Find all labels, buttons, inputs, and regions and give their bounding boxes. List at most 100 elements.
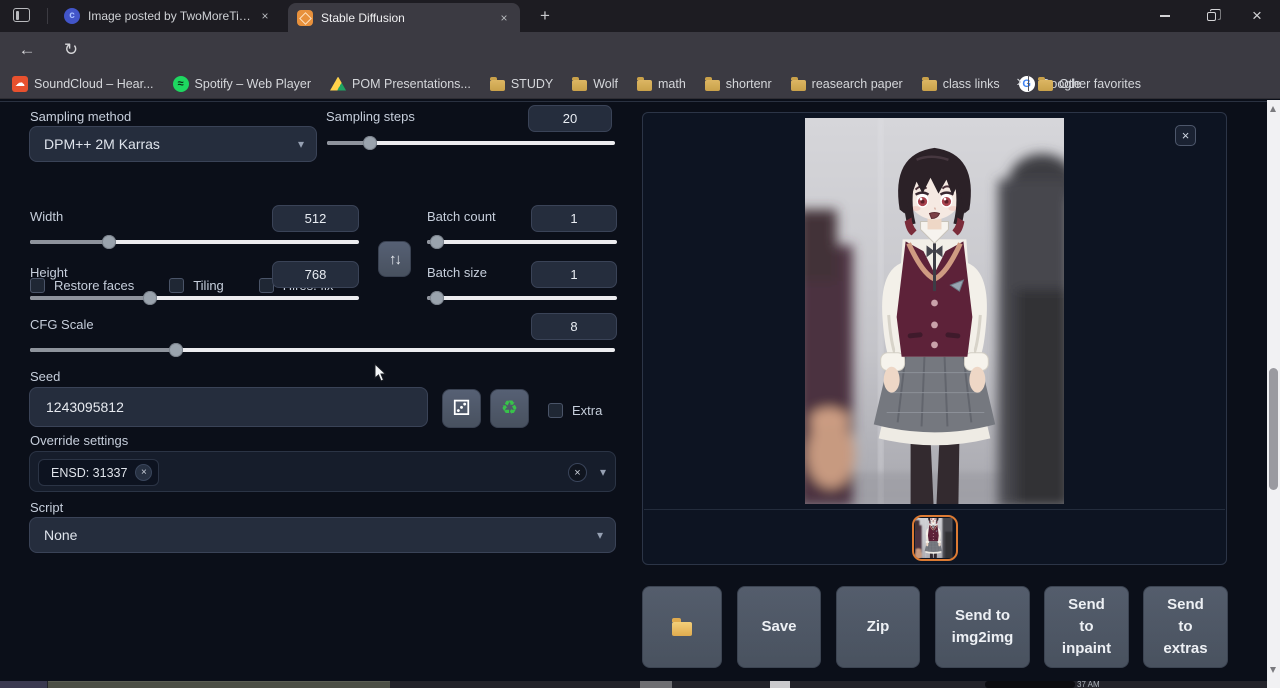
folder-icon	[490, 80, 505, 91]
bookmark-pom-presentations[interactable]: POM Presentations...	[330, 77, 471, 91]
extra-checkbox[interactable]	[548, 403, 563, 418]
seed-input[interactable]: 1243095812	[29, 387, 428, 427]
section-divider	[0, 101, 1267, 102]
sampling-steps-label: Sampling steps	[326, 109, 415, 124]
bookmark-spotify[interactable]: ≈Spotify – Web Player	[173, 76, 312, 92]
random-seed-button[interactable]: ⚂	[442, 389, 481, 428]
slider-fill	[30, 348, 176, 352]
extra-label: Extra	[572, 403, 602, 418]
batch-count-value[interactable]: 1	[531, 205, 617, 232]
tab-actions-button[interactable]	[13, 8, 32, 23]
slider-handle[interactable]	[430, 291, 444, 305]
slider-handle[interactable]	[363, 136, 377, 150]
batch-size-value[interactable]: 1	[531, 261, 617, 288]
script-dropdown[interactable]: None	[29, 517, 616, 553]
batch-count-label: Batch count	[427, 209, 496, 224]
remove-token-icon[interactable]	[135, 464, 152, 481]
clear-override-icon[interactable]	[568, 463, 587, 482]
horizontal-scrollbar-thumb[interactable]	[48, 681, 390, 688]
bookmark-label: math	[658, 77, 686, 91]
window-restore-button[interactable]	[1188, 0, 1234, 32]
tab-stable-diffusion[interactable]: Stable Diffusion ×	[288, 3, 520, 32]
override-token[interactable]: ENSD: 31337	[38, 459, 159, 486]
tab-title: Stable Diffusion	[321, 11, 496, 25]
titlebar-separator	[47, 8, 48, 24]
recycle-icon: ♻	[501, 397, 518, 420]
scrollbar-thumb[interactable]	[1269, 368, 1278, 490]
extra-seed-option[interactable]: Extra	[548, 403, 602, 418]
cfg-scale-label: CFG Scale	[30, 317, 94, 332]
height-slider[interactable]	[30, 291, 359, 305]
vertical-scrollbar[interactable]	[1267, 100, 1280, 688]
slider-handle[interactable]	[143, 291, 157, 305]
bookmarks-list: ☁SoundCloud – Hear... ≈Spotify – Web Play…	[12, 68, 1081, 99]
bookmark-folder-wolf[interactable]: Wolf	[572, 77, 618, 91]
sampling-method-dropdown[interactable]: DPM++ 2M Karras	[29, 126, 317, 162]
bookmark-folder-math[interactable]: math	[637, 77, 686, 91]
new-tab-button[interactable]	[533, 5, 557, 29]
generated-image-svg	[805, 118, 1064, 504]
page-corner-fragment	[0, 681, 47, 688]
width-value[interactable]: 512	[272, 205, 359, 232]
other-favorites-label: Other favorites	[1059, 77, 1141, 91]
sampling-steps-value[interactable]: 20	[528, 105, 612, 132]
window-minimize-button[interactable]	[1142, 0, 1188, 32]
bookmark-folder-class-links[interactable]: class links	[922, 77, 1000, 91]
tab-image-posted[interactable]: Image posted by TwoMoreTimes ×	[55, 0, 281, 32]
tab-title: Image posted by TwoMoreTimes	[88, 9, 257, 23]
tab-close-icon[interactable]: ×	[257, 8, 273, 24]
height-value[interactable]: 768	[272, 261, 359, 288]
script-label: Script	[30, 500, 63, 515]
open-output-folder-button[interactable]	[642, 586, 722, 668]
scroll-down-arrow[interactable]	[1270, 667, 1276, 673]
sampling-method-value: DPM++ 2M Karras	[44, 136, 160, 152]
save-button[interactable]: Save	[737, 586, 821, 668]
bookmarks-overflow-chevron[interactable]	[1010, 73, 1028, 93]
bookmark-label: shortenr	[726, 77, 772, 91]
cfg-scale-value[interactable]: 8	[531, 313, 617, 340]
folder-icon	[922, 80, 937, 91]
thumbnail-image	[915, 518, 955, 558]
refresh-button[interactable]: ↻	[58, 37, 84, 63]
bookmark-label: reasearch paper	[812, 77, 903, 91]
screen: Image posted by TwoMoreTimes × Stable Di…	[0, 0, 1280, 688]
gallery-thumbnail-selected[interactable]	[912, 515, 958, 561]
override-dropdown-caret[interactable]	[600, 465, 606, 479]
send-to-img2img-button[interactable]: Send toimg2img	[935, 586, 1030, 668]
folder-icon	[672, 622, 692, 636]
batch-size-slider[interactable]	[427, 291, 617, 305]
tab-close-icon[interactable]: ×	[496, 10, 512, 26]
bookmark-folder-reasearch-paper[interactable]: reasearch paper	[791, 77, 903, 91]
slider-handle[interactable]	[169, 343, 183, 357]
bookmark-label: POM Presentations...	[352, 77, 471, 91]
back-button[interactable]: ←	[14, 37, 40, 63]
scroll-up-arrow[interactable]	[1270, 106, 1276, 112]
swap-width-height-button[interactable]: ↑↓	[378, 241, 411, 277]
bookmark-folder-study[interactable]: STUDY	[490, 77, 553, 91]
restore-icon	[1207, 12, 1216, 21]
gradio-favicon	[297, 10, 313, 26]
bottom-edge-strip: 37 AM	[0, 681, 1267, 688]
batch-size-label: Batch size	[427, 265, 487, 280]
slider-handle[interactable]	[102, 235, 116, 249]
reuse-seed-button[interactable]: ♻	[490, 389, 529, 428]
window-close-button[interactable]	[1234, 0, 1280, 32]
close-preview-button[interactable]	[1175, 125, 1196, 146]
slider-handle[interactable]	[430, 235, 444, 249]
batch-count-slider[interactable]	[427, 235, 617, 249]
bookmark-folder-shortenr[interactable]: shortenr	[705, 77, 772, 91]
other-favorites-button[interactable]: Other favorites	[1038, 68, 1141, 99]
sampling-steps-slider[interactable]	[327, 136, 615, 150]
zip-button[interactable]: Zip	[836, 586, 920, 668]
folder-icon	[705, 80, 720, 91]
bookmark-soundcloud[interactable]: ☁SoundCloud – Hear...	[12, 76, 154, 92]
generated-image[interactable]	[805, 118, 1064, 504]
send-to-extras-button[interactable]: Sendtoextras	[1143, 586, 1228, 668]
bookmark-label: class links	[943, 77, 1000, 91]
bookmark-label: SoundCloud – Hear...	[34, 77, 154, 91]
width-slider[interactable]	[30, 235, 359, 249]
cfg-scale-slider[interactable]	[30, 343, 615, 357]
override-settings-box[interactable]: ENSD: 31337	[29, 451, 616, 492]
taskbar-clock-fragment: 37 AM	[1077, 681, 1100, 688]
send-to-inpaint-button[interactable]: Sendtoinpaint	[1044, 586, 1129, 668]
